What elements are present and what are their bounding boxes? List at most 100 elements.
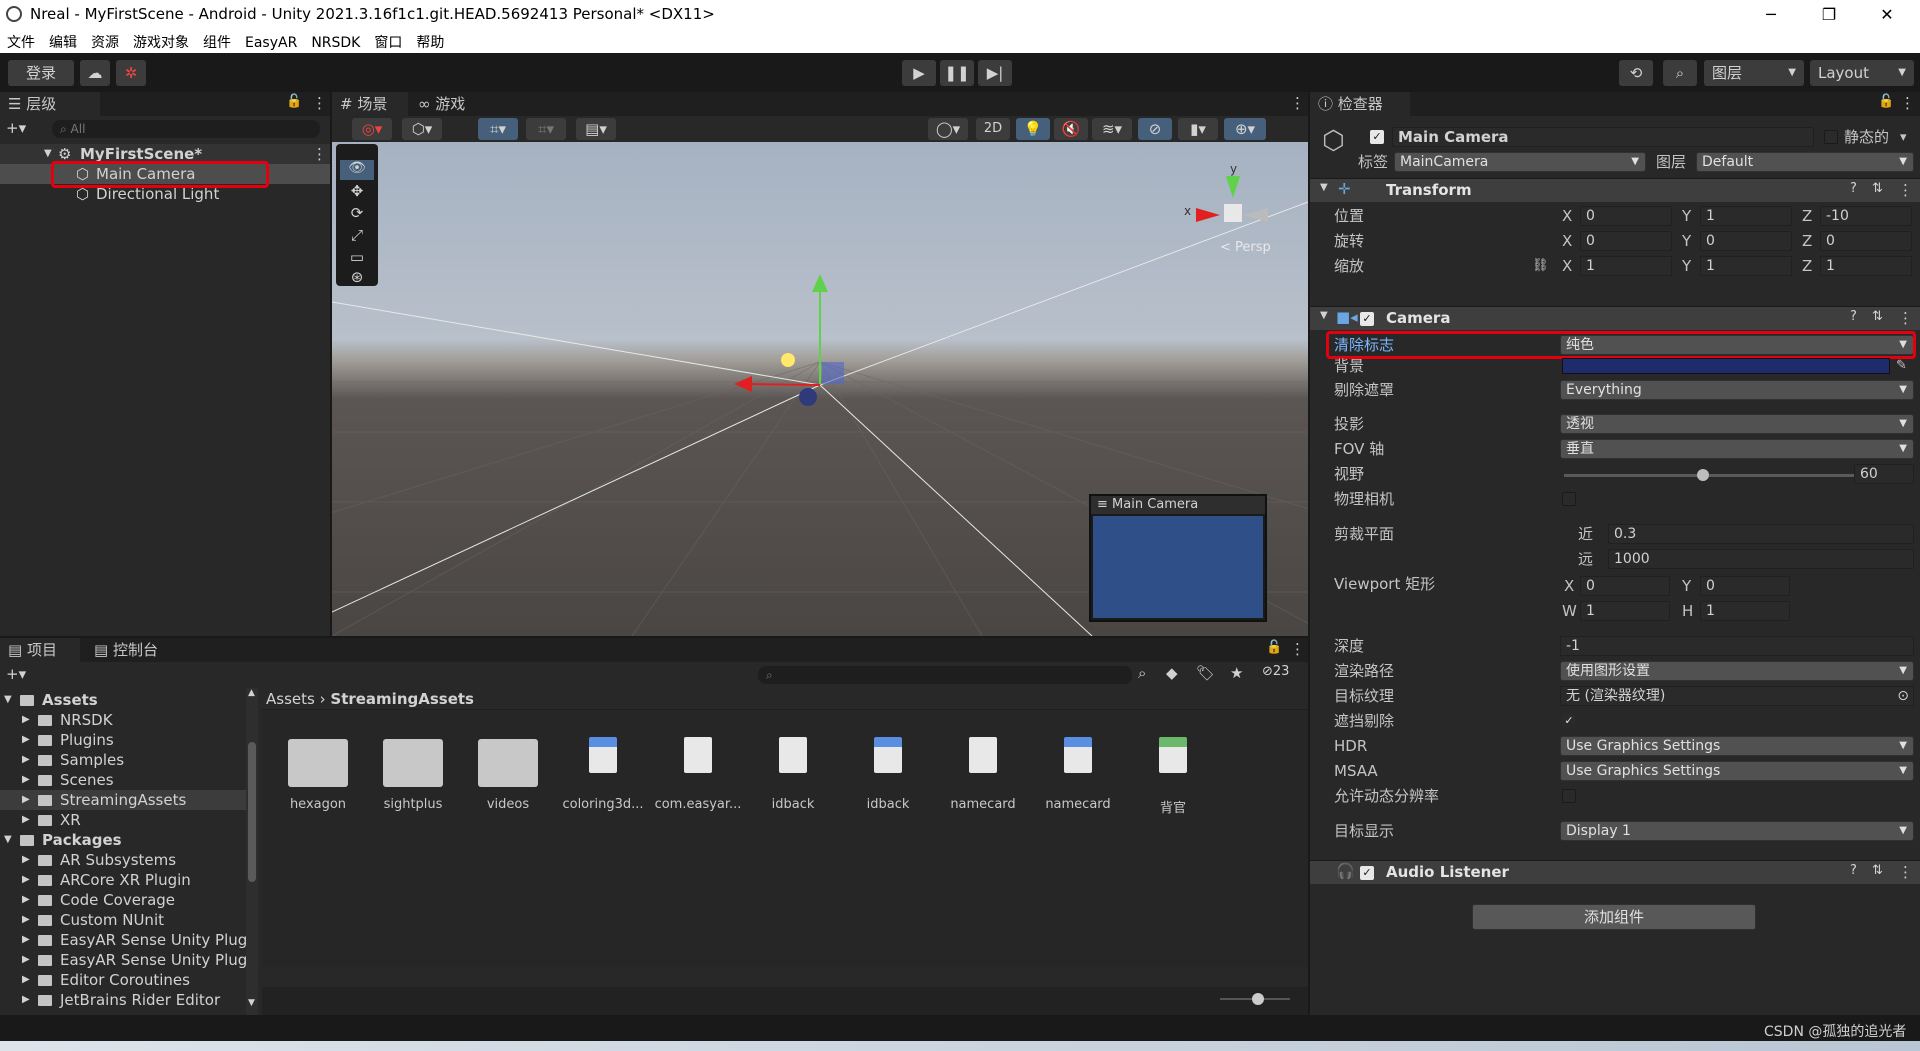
more-icon[interactable]: ⋮ [1900, 94, 1915, 112]
expand-arrow-icon[interactable]: ▶ [22, 890, 30, 910]
add-component-button[interactable]: 添加组件 [1472, 904, 1756, 930]
lock-icon[interactable]: 🔓 [1266, 640, 1282, 655]
hierarchy-search-input[interactable]: ⌕ All [52, 120, 320, 138]
minimize-button[interactable]: ─ [1742, 0, 1800, 29]
expand-arrow-icon[interactable]: ▶ [22, 770, 30, 790]
tab-inspector[interactable]: ⓘ 检查器 [1310, 92, 1410, 116]
active-checkbox[interactable]: ✓ [1370, 130, 1384, 144]
menu-nrsdk[interactable]: NRSDK [304, 32, 367, 51]
layout-dropdown[interactable]: Layout ▼ [1810, 60, 1914, 86]
target-display-dropdown[interactable]: Display 1 ▼ [1560, 821, 1914, 841]
expand-arrow-icon[interactable]: ▶ [22, 990, 30, 1010]
history-icon[interactable]: ⟲ [1619, 60, 1653, 86]
layer-dropdown[interactable]: Default ▼ [1696, 152, 1914, 172]
more-icon[interactable]: ⋮ [1290, 94, 1305, 112]
grid-snap-dropdown[interactable]: ⌗▾ [478, 118, 518, 140]
audio-toggle-icon[interactable]: 🔇 [1054, 118, 1088, 140]
transform-x-field[interactable]: 0 [1580, 206, 1672, 226]
expand-arrow-icon[interactable]: ▶ [22, 910, 30, 930]
folder-tree-item[interactable]: ▶ Scenes [0, 770, 246, 790]
transform-y-field[interactable]: 1 [1700, 256, 1792, 276]
scene-more-icon[interactable]: ⋮ [312, 144, 327, 164]
folder-tree-item[interactable]: ▶ JetBrains Rider Editor [0, 990, 246, 1010]
background-color-swatch[interactable] [1562, 358, 1890, 374]
folder-tree-item[interactable]: ▶ Samples [0, 750, 246, 770]
view-tool-icon[interactable]: 👁 [340, 160, 374, 180]
scene-viewport[interactable]: 👁 ✥ ⟳ ⤢ ▭ ⊛ y x < Persp ≡ Main Camera [332, 142, 1308, 636]
transform-z-field[interactable]: -10 [1820, 206, 1912, 226]
menu-edit[interactable]: 编辑 [42, 29, 84, 52]
audio-listener-header[interactable]: 🎧 ✓ Audio Listener ? ⇅ ⋮ [1310, 860, 1920, 884]
gizmo-persp-label[interactable]: < Persp [1220, 240, 1271, 255]
expand-arrow-icon[interactable]: ▶ [22, 870, 30, 890]
fov-slider-handle[interactable] [1697, 469, 1710, 481]
menu-easyar[interactable]: EasyAR [238, 32, 304, 51]
folder-tree-item[interactable]: ▼ Assets [0, 690, 246, 710]
folder-tree-item[interactable]: ▶ AR Subsystems [0, 850, 246, 870]
expand-arrow-icon[interactable]: ▼ [4, 830, 12, 850]
menu-component[interactable]: 组件 [196, 29, 238, 52]
effects-dropdown[interactable]: ≋▾ [1092, 118, 1132, 140]
collab-icon[interactable]: ✲ [116, 60, 146, 86]
physical-camera-checkbox[interactable] [1562, 492, 1576, 506]
near-field[interactable]: 0.3 [1608, 524, 1914, 544]
asset-item[interactable]: videos [463, 731, 553, 821]
tab-scene[interactable]: # 场景 [332, 92, 408, 116]
type-filter-icon[interactable]: ◆ [1166, 664, 1178, 682]
transform-y-field[interactable]: 0 [1700, 231, 1792, 251]
more-icon[interactable]: ⋮ [1898, 181, 1913, 199]
search-icon[interactable]: ⌕ [1663, 60, 1697, 86]
pause-button[interactable]: ❚❚ [940, 60, 974, 86]
transform-y-field[interactable]: 1 [1700, 206, 1792, 226]
eyedropper-icon[interactable]: ✎ [1896, 358, 1907, 373]
menu-assets[interactable]: 资源 [84, 29, 126, 52]
asset-item[interactable]: coloring3d... [558, 731, 648, 821]
label-filter-icon[interactable]: 🏷 [1196, 664, 1215, 682]
visibility-toggle-icon[interactable]: ⊘ [1138, 118, 1172, 140]
step-button[interactable]: ▶| [978, 60, 1012, 86]
asset-item[interactable]: sightplus [368, 731, 458, 821]
render-path-dropdown[interactable]: 使用图形设置 ▼ [1560, 661, 1914, 681]
favorite-icon[interactable]: ★ [1230, 664, 1243, 682]
tab-game[interactable]: ∞ 游戏 [410, 92, 486, 116]
msaa-dropdown[interactable]: Use Graphics Settings ▼ [1560, 761, 1914, 781]
more-icon[interactable]: ⋮ [1898, 309, 1913, 327]
viewport-y-field[interactable]: 0 [1700, 576, 1790, 596]
menu-help[interactable]: 帮助 [409, 29, 451, 52]
scroll-thumb[interactable] [248, 742, 256, 882]
add-button[interactable]: +▾ [6, 119, 26, 137]
folder-tree-item[interactable]: ▶ EasyAR Sense Unity Plug [0, 930, 247, 950]
rotate-tool-icon[interactable]: ⟳ [340, 204, 374, 224]
menu-file[interactable]: 文件 [0, 29, 42, 52]
lock-icon[interactable]: 🔓 [1878, 94, 1894, 109]
folder-tree-item[interactable]: ▶ Custom NUnit [0, 910, 246, 930]
help-icon[interactable]: ? [1850, 863, 1857, 878]
breadcrumb-streamingassets[interactable]: StreamingAssets [330, 690, 474, 708]
tab-hierarchy[interactable]: ☰ 层级 [0, 92, 100, 116]
help-icon[interactable]: ? [1850, 181, 1857, 196]
add-asset-button[interactable]: +▾ [6, 665, 26, 683]
rect-tool-icon[interactable]: ▭ [340, 248, 374, 268]
tab-console[interactable]: ▤ 控制台 [86, 638, 186, 662]
fov-slider-track[interactable] [1564, 469, 1854, 481]
constrain-proportions-icon[interactable]: ⛓ [1532, 258, 1549, 273]
transform-x-field[interactable]: 0 [1580, 231, 1672, 251]
lock-icon[interactable]: 🔓 [286, 94, 302, 109]
depth-field[interactable]: -1 [1560, 636, 1914, 656]
folder-tree-item[interactable]: ▶ Plugins [0, 730, 246, 750]
shading-dropdown[interactable]: ⬡▾ [402, 118, 442, 140]
transform-z-field[interactable]: 1 [1820, 256, 1912, 276]
audio-listener-checkbox[interactable]: ✓ [1360, 866, 1374, 880]
static-checkbox[interactable] [1824, 130, 1838, 144]
asset-item[interactable]: com.easyar... [653, 731, 743, 821]
slider-handle[interactable] [1252, 993, 1264, 1005]
mode-2d-button[interactable]: 2D [976, 118, 1010, 140]
tab-project[interactable]: ▤ 项目 [0, 638, 80, 662]
scale-tool-icon[interactable]: ⤢ [340, 226, 374, 246]
far-field[interactable]: 1000 [1608, 549, 1914, 569]
transform-header[interactable]: ▼ ✛ Transform ? ⇅ ⋮ [1310, 178, 1920, 202]
tree-scrollbar[interactable]: ▲ ▼ [246, 688, 258, 1015]
snap-increment-dropdown[interactable]: ⌗▾ [526, 118, 566, 140]
draw-mode-dropdown[interactable]: ◎▾ [352, 118, 392, 140]
folder-tree-item[interactable]: ▶ XR [0, 810, 246, 830]
